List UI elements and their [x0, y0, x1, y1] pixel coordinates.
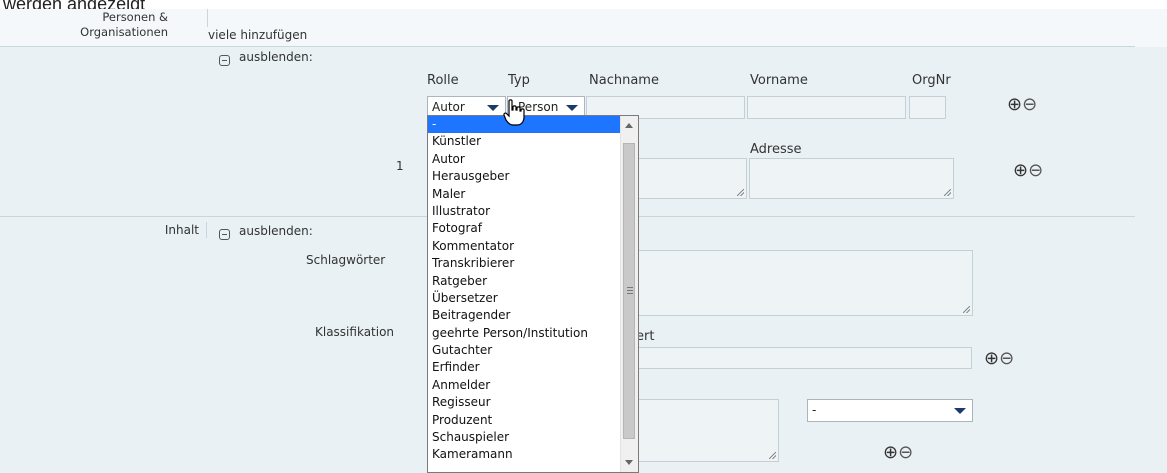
adresse-header: Adresse	[750, 142, 802, 157]
divider	[207, 9, 208, 27]
rolle-select-value: Autor	[432, 100, 465, 114]
minus-circle-icon[interactable]: ⊖	[1022, 94, 1037, 115]
minus-circle-icon[interactable]: ⊖	[1028, 160, 1043, 181]
dropdown-option[interactable]: Maler	[428, 186, 638, 203]
dropdown-option[interactable]: Gutachter	[428, 342, 638, 359]
dropdown-option[interactable]: Autor	[428, 151, 638, 168]
orgnr-header: OrgNr	[912, 73, 951, 88]
add-inhalt-button[interactable]: ⊕⊖	[883, 444, 913, 462]
grip-icon	[627, 293, 633, 294]
hand-pointer-icon	[503, 99, 525, 126]
personen-collapse-label[interactable]: ausblenden:	[239, 50, 313, 64]
inhalt-select-value: -	[812, 403, 817, 417]
add-address-button[interactable]: ⊕⊖	[1013, 162, 1043, 180]
personen-label-line2: Organisationen	[80, 25, 168, 39]
dropdown-option[interactable]: Herausgeber	[428, 168, 638, 185]
adresse-textarea[interactable]	[749, 158, 954, 199]
minus-circle-icon[interactable]: ⊖	[999, 348, 1014, 369]
schlagwoerter-label: Schlagwörter	[306, 253, 386, 267]
row-number: 1	[396, 159, 404, 173]
collapse-box-icon[interactable]	[219, 229, 230, 240]
minus-circle-icon[interactable]: ⊖	[898, 442, 913, 463]
chevron-down-icon	[954, 408, 966, 414]
dropdown-option[interactable]: Kameramann	[428, 446, 638, 463]
inhalt-collapse-label[interactable]: ausblenden:	[239, 224, 313, 238]
dropdown-option[interactable]: Künstler	[428, 133, 638, 150]
inhalt-select[interactable]: -	[807, 399, 973, 422]
typ-header: Typ	[508, 73, 530, 88]
divider	[0, 46, 1135, 47]
add-row-button[interactable]: ⊕⊖	[1007, 96, 1037, 114]
grip-icon	[627, 290, 633, 291]
grip-icon	[627, 287, 633, 288]
dropdown-option[interactable]: Fotograf	[428, 220, 638, 237]
chevron-down-icon	[487, 105, 499, 111]
chevron-down-icon	[566, 105, 578, 111]
vorname-input[interactable]	[747, 96, 906, 119]
scroll-down-icon[interactable]	[625, 460, 633, 465]
dropdown-option[interactable]: Ratgeber	[428, 273, 638, 290]
dropdown-option[interactable]: -	[428, 116, 638, 134]
dropdown-option[interactable]: Transkribierer	[428, 255, 638, 272]
scrollbar-thumb[interactable]	[623, 143, 635, 439]
plus-circle-icon[interactable]: ⊕	[984, 348, 999, 369]
plus-circle-icon[interactable]: ⊕	[1007, 94, 1022, 115]
dropdown-option[interactable]: Beitragender	[428, 307, 638, 324]
plus-circle-icon[interactable]: ⊕	[1013, 160, 1028, 181]
personen-header-band	[0, 9, 1167, 47]
scroll-up-icon[interactable]	[625, 123, 633, 128]
klassifikation-label: Klassifikation	[315, 325, 395, 339]
vorname-header: Vorname	[750, 73, 808, 88]
dropdown-option[interactable]: Anmelder	[428, 377, 638, 394]
personen-label-line1: Personen &	[102, 10, 168, 24]
dropdown-option[interactable]: Kommentator	[428, 238, 638, 255]
dropdown-option[interactable]: Schauspieler	[428, 429, 638, 446]
nachname-header: Nachname	[589, 73, 659, 88]
rolle-header: Rolle	[427, 73, 459, 88]
add-klassifikation-button[interactable]: ⊕⊖	[984, 350, 1014, 368]
dropdown-option[interactable]: Übersetzer	[428, 290, 638, 307]
plus-circle-icon[interactable]: ⊕	[883, 442, 898, 463]
rolle-dropdown-options: - Künstler Autor Herausgeber Maler Illustrato…	[428, 116, 638, 464]
orgnr-input[interactable]	[909, 96, 946, 119]
dropdown-option[interactable]: Erfinder	[428, 359, 638, 376]
rolle-dropdown-list[interactable]: - Künstler Autor Herausgeber Maler Illustrato…	[427, 115, 639, 473]
add-many-link[interactable]: viele hinzufügen	[208, 28, 307, 42]
inhalt-label: Inhalt	[164, 223, 199, 237]
divider	[206, 222, 207, 238]
collapse-box-icon[interactable]	[219, 55, 230, 66]
dropdown-option[interactable]: Illustrator	[428, 203, 638, 220]
dropdown-option[interactable]: Regisseur	[428, 394, 638, 411]
dropdown-option[interactable]: Produzent	[428, 412, 638, 429]
dropdown-option[interactable]: geehrte Person/Institution	[428, 325, 638, 342]
dropdown-scrollbar[interactable]	[620, 116, 638, 472]
